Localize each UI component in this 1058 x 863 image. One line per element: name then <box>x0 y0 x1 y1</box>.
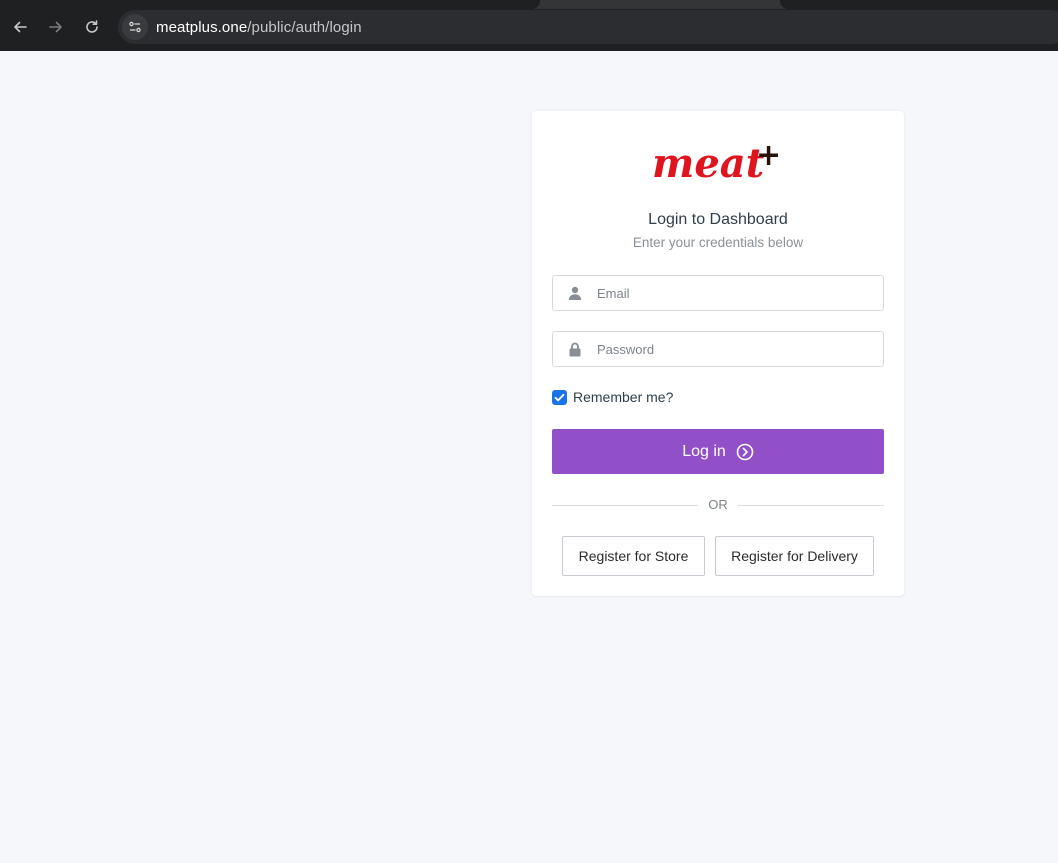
address-bar[interactable]: meatplus.one/public/auth/login <box>118 10 1058 44</box>
site-info-button[interactable] <box>122 14 148 40</box>
login-button[interactable]: Log in <box>552 429 884 474</box>
url-text[interactable]: meatplus.one/public/auth/login <box>156 19 362 36</box>
forward-arrow-icon <box>49 21 62 33</box>
reload-button[interactable] <box>81 16 103 38</box>
checkmark-icon <box>554 393 565 401</box>
password-input[interactable] <box>597 341 867 357</box>
register-delivery-button[interactable]: Register for Delivery <box>715 536 874 576</box>
url-host: meatplus.one <box>156 18 248 36</box>
forward-button[interactable] <box>45 16 67 38</box>
remember-label[interactable]: Remember me? <box>573 389 673 405</box>
login-card: meat + Login to Dashboard Enter your cre… <box>532 111 904 596</box>
lock-icon <box>553 342 597 357</box>
remember-checkbox[interactable] <box>552 389 567 405</box>
logo-plus: + <box>756 138 781 173</box>
arrow-circle-right-icon <box>736 443 754 460</box>
reload-icon <box>86 20 98 33</box>
page-subtitle: Enter your credentials below <box>632 235 804 250</box>
back-button[interactable] <box>9 16 31 38</box>
register-store-button[interactable]: Register for Store <box>562 536 705 576</box>
email-field[interactable] <box>552 275 884 311</box>
site-settings-icon <box>129 21 141 33</box>
browser-toolbar: meatplus.one/public/auth/login <box>0 0 1058 51</box>
logo-text: meat <box>652 140 765 187</box>
back-arrow-icon <box>14 21 27 33</box>
email-input[interactable] <box>597 285 867 301</box>
remember-me[interactable]: Remember me? <box>552 389 673 405</box>
page-title: Login to Dashboard <box>648 211 788 228</box>
user-icon <box>553 286 597 300</box>
url-path: /public/auth/login <box>247 18 362 36</box>
brand-logo: meat + <box>652 138 781 187</box>
login-button-label: Log in <box>682 442 726 460</box>
tab-active[interactable] <box>0 0 540 9</box>
password-field[interactable] <box>552 331 884 367</box>
or-separator: OR <box>698 497 738 512</box>
tab-other[interactable] <box>780 0 1058 9</box>
tab-strip <box>0 0 1058 9</box>
